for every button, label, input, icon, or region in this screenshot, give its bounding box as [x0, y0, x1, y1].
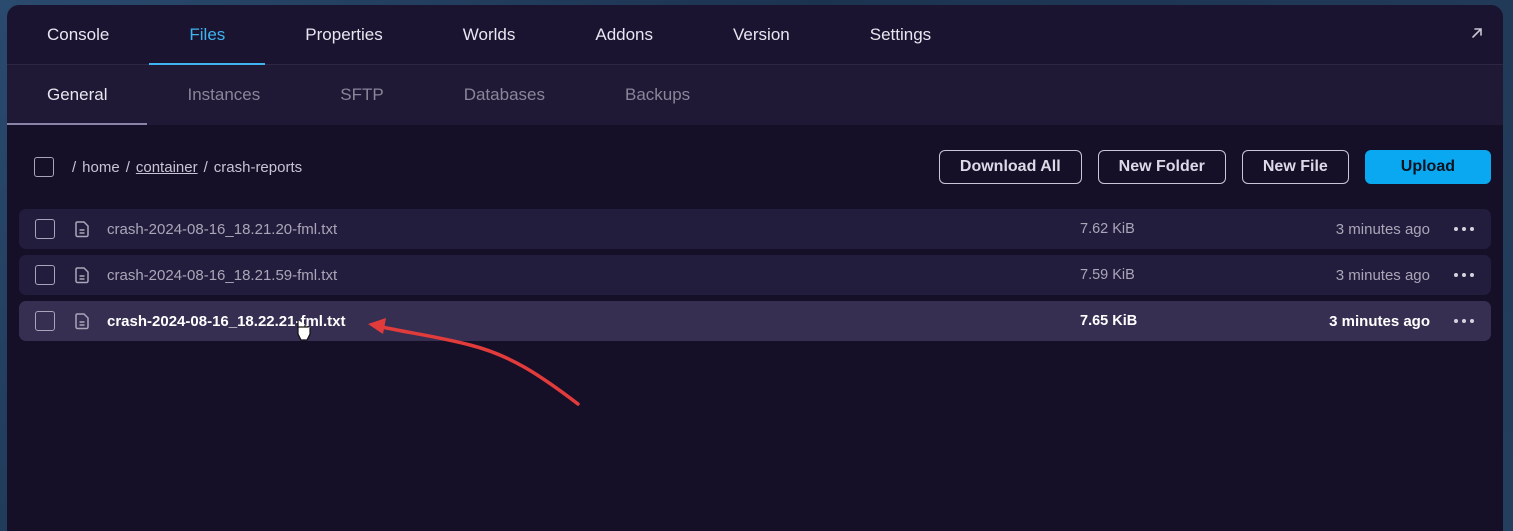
upload-button[interactable]: Upload — [1364, 150, 1491, 184]
row-checkbox[interactable] — [35, 219, 55, 239]
more-icon[interactable] — [1452, 221, 1476, 237]
file-row[interactable]: crash-2024-08-16_18.21.20-fml.txt 7.62 K… — [19, 209, 1491, 249]
sub-nav: General Instances SFTP Databases Backups — [7, 65, 1503, 125]
file-toolbar: / home / container / crash-reports Downl… — [7, 125, 1503, 209]
file-icon — [75, 313, 89, 330]
more-icon[interactable] — [1452, 267, 1476, 283]
tab-version[interactable]: Version — [693, 5, 830, 64]
tab-settings[interactable]: Settings — [830, 5, 971, 64]
file-row[interactable]: crash-2024-08-16_18.21.59-fml.txt 7.59 K… — [19, 255, 1491, 295]
toolbar-actions: Download All New Folder New File Upload — [938, 150, 1491, 184]
breadcrumb-current: crash-reports — [213, 158, 303, 176]
popout-icon[interactable] — [1469, 25, 1485, 41]
row-checkbox[interactable] — [35, 265, 55, 285]
breadcrumb-home[interactable]: home — [82, 159, 120, 176]
file-icon — [75, 267, 89, 284]
file-icon — [75, 221, 89, 238]
new-file-button[interactable]: New File — [1241, 150, 1349, 184]
subtab-backups[interactable]: Backups — [585, 65, 730, 125]
subtab-instances[interactable]: Instances — [147, 65, 300, 125]
breadcrumb-root[interactable]: / — [72, 159, 76, 176]
breadcrumb-separator: / — [203, 158, 208, 176]
top-nav: Console Files Properties Worlds Addons V… — [7, 5, 1503, 65]
breadcrumb-container[interactable]: container — [136, 159, 198, 176]
file-name[interactable]: crash-2024-08-16_18.21.59-fml.txt — [107, 267, 807, 284]
tab-files[interactable]: Files — [149, 5, 266, 65]
file-list: crash-2024-08-16_18.21.20-fml.txt 7.62 K… — [7, 209, 1503, 341]
tab-console[interactable]: Console — [7, 5, 149, 64]
breadcrumb: / home / container / crash-reports — [72, 159, 302, 176]
file-browser: / home / container / crash-reports Downl… — [7, 125, 1503, 531]
tab-worlds[interactable]: Worlds — [423, 5, 556, 64]
file-size: 7.62 KiB — [1080, 221, 1135, 237]
file-name[interactable]: crash-2024-08-16_18.22.21-fml.txt — [107, 313, 807, 330]
tab-properties[interactable]: Properties — [265, 5, 422, 64]
download-all-button[interactable]: Download All — [938, 150, 1082, 184]
file-name[interactable]: crash-2024-08-16_18.21.20-fml.txt — [107, 221, 807, 238]
new-folder-button[interactable]: New Folder — [1097, 150, 1226, 184]
file-size: 7.59 KiB — [1080, 267, 1135, 283]
file-row[interactable]: crash-2024-08-16_18.22.21-fml.txt 7.65 K… — [19, 301, 1491, 341]
row-checkbox[interactable] — [35, 311, 55, 331]
subtab-databases[interactable]: Databases — [424, 65, 585, 125]
file-modified: 3 minutes ago — [1335, 220, 1430, 238]
app-panel: Console Files Properties Worlds Addons V… — [7, 5, 1503, 531]
tab-addons[interactable]: Addons — [555, 5, 693, 64]
more-icon[interactable] — [1452, 313, 1476, 329]
file-modified: 3 minutes ago — [1329, 312, 1430, 330]
subtab-sftp[interactable]: SFTP — [300, 65, 423, 125]
file-size: 7.65 KiB — [1080, 313, 1138, 329]
select-all-checkbox[interactable] — [34, 157, 54, 177]
file-modified: 3 minutes ago — [1335, 266, 1430, 284]
breadcrumb-separator: / — [125, 158, 130, 176]
subtab-general[interactable]: General — [7, 65, 148, 125]
